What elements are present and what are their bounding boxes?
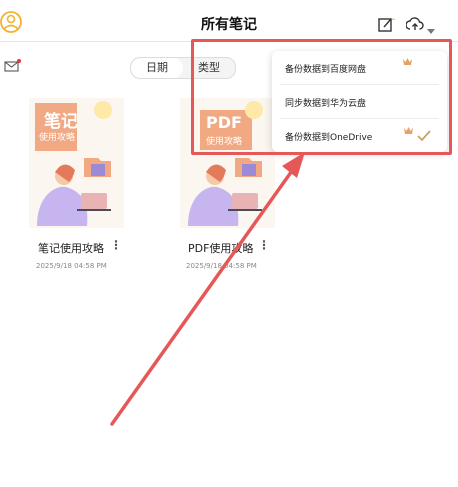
annotation-arrow bbox=[110, 152, 305, 426]
